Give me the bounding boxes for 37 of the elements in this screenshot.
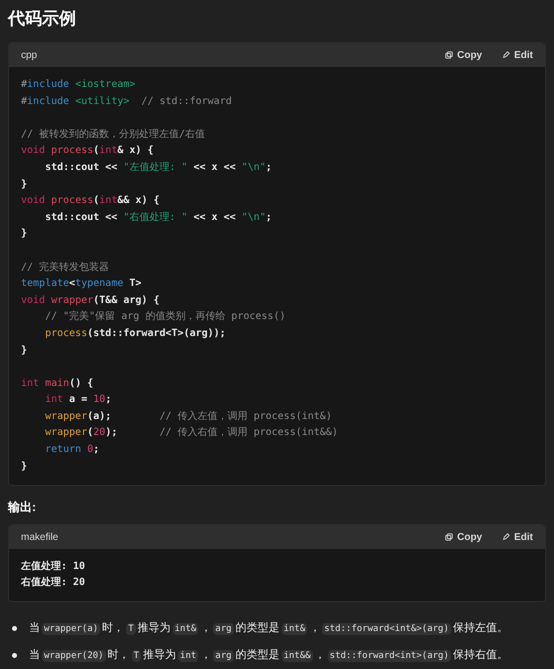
section-title: 代码示例 — [8, 8, 77, 30]
code-line: process(std::forward<T>(arg)); — [44, 326, 226, 341]
code-line: template<typename T> — [21, 277, 142, 292]
code-line: void process(int& x) { — [21, 144, 154, 158]
bullet-text: 当 wrapper(a) 时， T 推导为 int& ， arg 的类型是 int& ， std::forward<int&>(arg) 保持左值。 — [29, 621, 508, 638]
code-line: void process(int&& x) { — [21, 194, 160, 208]
code-line: #include <iostream> — [21, 78, 136, 92]
code-line: return 0; — [44, 443, 100, 458]
pencil-icon — [502, 51, 510, 59]
code-line: std::cout << "左值处理: " << x << "\n"; — [44, 160, 272, 175]
edit-button[interactable]: Edit — [502, 48, 533, 62]
code-line: } — [21, 344, 28, 358]
code-line: // "完美"保留 arg 的值类别，再传给 process() — [44, 310, 286, 324]
code-line: } — [21, 178, 28, 192]
code-line: std::cout << "右值处理: " << x << "\n"; — [44, 210, 272, 225]
code-line: int main() { — [21, 376, 94, 391]
code-line: void wrapper(T&& arg) { — [21, 294, 160, 308]
code-line: // 完美转发包装器 — [21, 260, 110, 275]
bullet-text: 当 wrapper(20) 时， T 推导为 int ， arg 的类型是 int&& ， std::forward<int>(arg) 保持右值。 — [29, 648, 508, 664]
language-label: cpp — [21, 48, 38, 62]
copy-icon — [445, 51, 454, 59]
copy-icon — [445, 533, 454, 542]
output-label: 输出: — [8, 499, 36, 516]
pencil-icon — [502, 533, 510, 542]
output-line: 左值处理: 10 — [21, 560, 86, 574]
code-line: // 被转发到的函数，分别处理左值/右值 — [21, 128, 206, 142]
language-label: makefile — [21, 530, 58, 545]
output-line: 右值处理: 20 — [21, 576, 86, 590]
code-line: int a = 10; — [44, 393, 112, 408]
code-line: wrapper(a); // 传入左值，调用 process(int&) — [44, 410, 332, 424]
code-line: wrapper(20); // 传入右值，调用 process(int&&) — [44, 426, 338, 440]
copy-button[interactable]: Copy — [445, 530, 482, 545]
code-line: #include <utility> // std::forward — [21, 94, 232, 109]
copy-button[interactable]: Copy — [445, 48, 482, 62]
code-line: } — [21, 227, 28, 242]
edit-button[interactable]: Edit — [502, 530, 533, 545]
code-line: } — [21, 460, 28, 474]
